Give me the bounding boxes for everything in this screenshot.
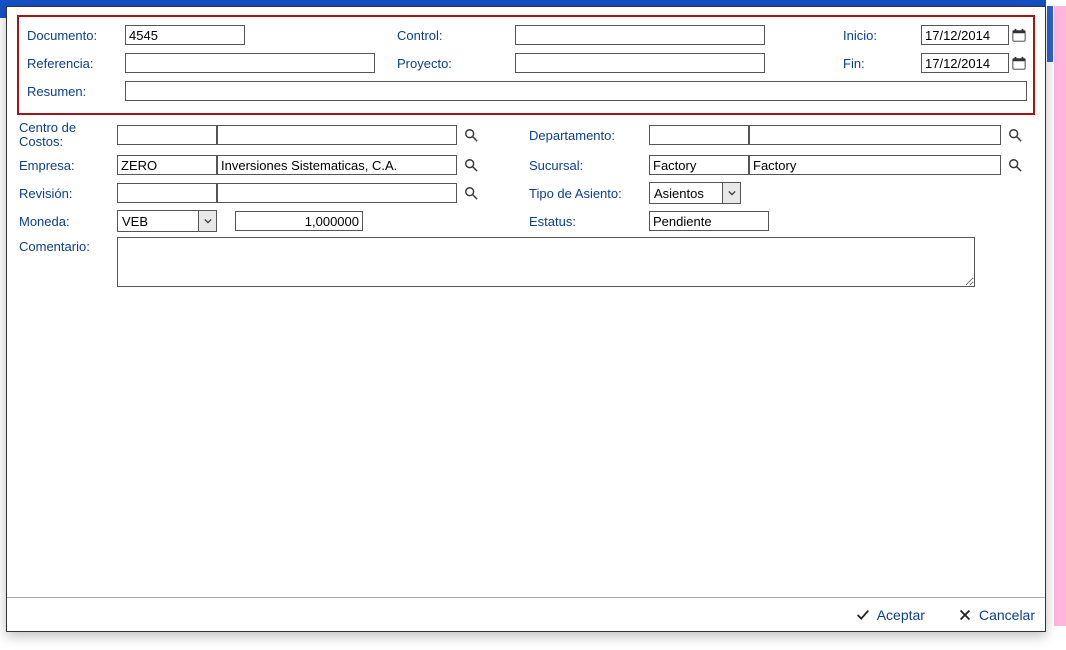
revision-code-input[interactable] [117, 183, 217, 203]
row-sucursal-right: Sucursal: [509, 151, 1029, 179]
dialog-body: Documento: Control: Inicio: Referencia: … [7, 7, 1045, 597]
x-icon [957, 607, 973, 623]
tipo-asiento-value[interactable] [650, 184, 722, 202]
search-icon[interactable] [1005, 155, 1025, 175]
search-icon[interactable] [461, 155, 481, 175]
edit-dialog: Documento: Control: Inicio: Referencia: … [6, 6, 1046, 632]
window-edge-decoration [1054, 6, 1066, 626]
empresa-name-input[interactable] [217, 155, 457, 175]
search-icon[interactable] [461, 183, 481, 203]
row-centro-costos-left: Centro de Costos: [17, 119, 509, 151]
row-comentario: Comentario: [17, 237, 1035, 287]
label-inicio: Inicio: [841, 26, 921, 45]
proyecto-input[interactable] [515, 53, 765, 73]
cancel-label: Cancelar [979, 607, 1035, 623]
accept-button[interactable]: Aceptar [855, 607, 925, 623]
dialog-footer: Aceptar Cancelar [7, 597, 1045, 631]
estatus-input [649, 211, 769, 231]
centro-name-input[interactable] [217, 125, 457, 145]
body-fields-grid: Centro de Costos: Departamento: Empresa: [17, 119, 1035, 235]
sucursal-code-input[interactable] [649, 155, 749, 175]
row-referencia: Referencia: Proyecto: Fin: [25, 49, 1027, 77]
row-moneda-left: Moneda: [17, 207, 509, 235]
empresa-code-input[interactable] [117, 155, 217, 175]
label-referencia: Referencia: [25, 54, 125, 73]
sucursal-name-input[interactable] [749, 155, 1001, 175]
row-tipo-asiento-right: Tipo de Asiento: [509, 179, 1029, 207]
label-fin: Fin: [841, 54, 921, 73]
moneda-value[interactable] [118, 212, 198, 230]
label-resumen: Resumen: [25, 82, 125, 101]
referencia-input[interactable] [125, 53, 375, 73]
check-icon [855, 607, 871, 623]
depart-name-input[interactable] [749, 125, 1001, 145]
label-comentario: Comentario: [17, 237, 117, 256]
calendar-icon[interactable] [1011, 54, 1027, 72]
label-departamento: Departamento: [509, 126, 649, 145]
search-icon[interactable] [1005, 125, 1025, 145]
fin-input[interactable] [921, 53, 1009, 73]
moneda-select[interactable] [117, 210, 217, 232]
comentario-textarea[interactable] [117, 237, 975, 287]
cancel-button[interactable]: Cancelar [957, 607, 1035, 623]
label-control: Control: [395, 26, 515, 45]
depart-code-input[interactable] [649, 125, 749, 145]
label-documento: Documento: [25, 26, 125, 45]
control-input[interactable] [515, 25, 765, 45]
documento-input[interactable] [125, 25, 245, 45]
label-moneda: Moneda: [17, 212, 117, 231]
row-revision-left: Revisión: [17, 179, 509, 207]
label-centro-costos: Centro de Costos: [17, 119, 117, 152]
row-departamento-right: Departamento: [509, 119, 1029, 151]
label-estatus: Estatus: [509, 212, 649, 231]
window-edge-decoration [1051, 6, 1054, 626]
window-edge-decoration [1047, 6, 1053, 62]
row-documento: Documento: Control: Inicio: [25, 21, 1027, 49]
resumen-input[interactable] [125, 81, 1027, 101]
header-fields-group: Documento: Control: Inicio: Referencia: … [17, 15, 1035, 115]
tipo-asiento-select[interactable] [649, 182, 741, 204]
calendar-icon[interactable] [1011, 26, 1027, 44]
row-resumen: Resumen: [25, 77, 1027, 105]
label-empresa: Empresa: [17, 156, 117, 175]
row-empresa-left: Empresa: [17, 151, 509, 179]
label-revision: Revisión: [17, 184, 117, 203]
label-proyecto: Proyecto: [395, 54, 515, 73]
moneda-rate-input [235, 211, 363, 231]
background-toolbar [0, 629, 1046, 649]
row-estatus-right: Estatus: [509, 207, 1029, 235]
inicio-input[interactable] [921, 25, 1009, 45]
chevron-down-icon[interactable] [198, 211, 216, 231]
label-tipo-asiento: Tipo de Asiento: [509, 184, 649, 203]
chevron-down-icon[interactable] [722, 183, 740, 203]
centro-code-input[interactable] [117, 125, 217, 145]
accept-label: Aceptar [877, 607, 925, 623]
search-icon[interactable] [461, 125, 481, 145]
revision-name-input[interactable] [217, 183, 457, 203]
label-sucursal: Sucursal: [509, 156, 649, 175]
